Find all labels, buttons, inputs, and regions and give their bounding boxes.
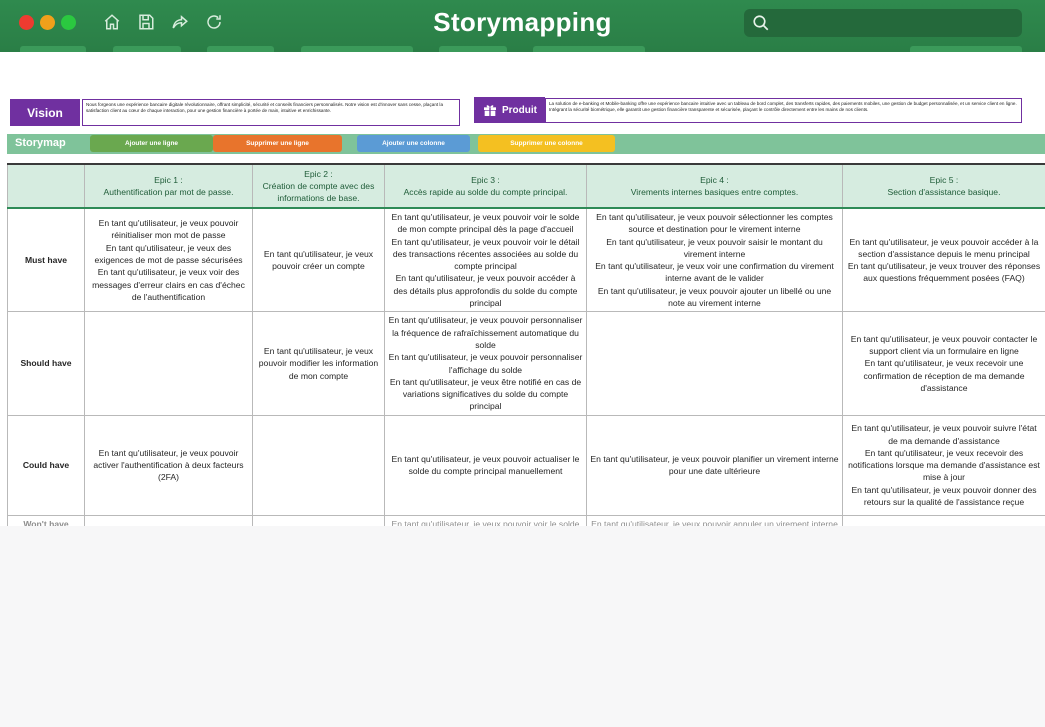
delete-column-button[interactable]: Supprimer une colonne (478, 135, 615, 152)
epic-header[interactable]: Epic 2 : Création de compte avec des info… (252, 163, 385, 209)
spreadsheet: Vision Nous forgeons une expérience banc… (0, 52, 1045, 526)
delete-row-button[interactable]: Supprimer une ligne (213, 135, 342, 152)
product-label-text: Produit (502, 104, 537, 116)
story-cell[interactable]: En tant qu'utilisateur, je veux pouvoir … (384, 414, 587, 516)
story-cell[interactable]: En tant qu'utilisateur, je veux pouvoir … (252, 311, 385, 416)
story-cell[interactable]: En tant qu'utilisateur, je veux pouvoir … (252, 207, 385, 313)
vision-label: Vision (10, 99, 80, 126)
story-cell[interactable]: En tant qu'utilisateur, je veux pouvoir … (586, 207, 843, 313)
epic-header[interactable]: Epic 1 : Authentification par mot de pass… (84, 163, 253, 209)
product-label: Produit (474, 97, 545, 123)
priority-label: Won't have (7, 514, 85, 526)
story-cell[interactable] (842, 514, 1045, 526)
corner-cell (7, 163, 85, 209)
epic-header[interactable]: Epic 3 : Accès rapide au solde du compte … (384, 163, 587, 209)
story-cell[interactable]: En tant qu'utilisateur, je veux pouvoir … (842, 311, 1045, 416)
add-row-button[interactable]: Ajouter une ligne (90, 135, 213, 152)
priority-row-must: Must have En tant qu'utilisateur, je veu… (7, 207, 1045, 313)
story-cell[interactable]: En tant qu'utilisateur, je veux pouvoir … (586, 514, 843, 526)
search-icon (753, 15, 769, 31)
product-statement[interactable]: La solution de e-banking et Mobile-banki… (545, 98, 1022, 123)
story-cell[interactable] (252, 414, 385, 516)
story-cell[interactable]: En tant qu'utilisateur, je veux pouvoir … (384, 207, 587, 313)
priority-row-should: Should have En tant qu'utilisateur, je v… (7, 311, 1045, 416)
story-cell[interactable]: En tant qu'utilisateur, je veux pouvoir … (842, 207, 1045, 313)
story-cell[interactable] (252, 514, 385, 526)
search-box[interactable] (744, 9, 1022, 37)
priority-label: Must have (7, 207, 85, 313)
title-bar: Storymapping (0, 0, 1045, 52)
priority-row-could: Could have En tant qu'utilisateur, je ve… (7, 414, 1045, 516)
story-cell[interactable] (84, 514, 253, 526)
story-cell[interactable]: En tant qu'utilisateur, je veux pouvoir … (84, 414, 253, 516)
vision-statement[interactable]: Nous forgeons une expérience bancaire di… (82, 99, 460, 126)
story-cell[interactable] (84, 311, 253, 416)
priority-label: Could have (7, 414, 85, 516)
epic-header[interactable]: Epic 5 : Section d'assistance basique. (842, 163, 1045, 209)
epic-header[interactable]: Epic 4 : Virements internes basiques entr… (586, 163, 843, 209)
priority-row-wont: Won't have En tant qu'utilisateur, je ve… (7, 514, 1045, 526)
storymap-table: Epic 1 : Authentification par mot de pass… (7, 163, 1045, 526)
priority-label: Should have (7, 311, 85, 416)
story-cell[interactable]: En tant qu'utilisateur, je veux pouvoir … (842, 414, 1045, 516)
story-cell[interactable]: En tant qu'utilisateur, je veux pouvoir … (384, 514, 587, 526)
storymap-toolbar: Storymap Ajouter une ligne Supprimer une… (7, 134, 1045, 154)
storymap-label: Storymap (15, 137, 66, 149)
story-cell[interactable]: En tant qu'utilisateur, je veux pouvoir … (84, 207, 253, 313)
gift-icon (484, 105, 496, 116)
story-cell[interactable]: En tant qu'utilisateur, je veux pouvoir … (384, 311, 587, 416)
search-input[interactable] (776, 16, 1022, 30)
epic-header-row: Epic 1 : Authentification par mot de pass… (7, 163, 1045, 209)
story-cell[interactable]: En tant qu'utilisateur, je veux pouvoir … (586, 414, 843, 516)
add-column-button[interactable]: Ajouter une colonne (357, 135, 470, 152)
story-cell[interactable] (586, 311, 843, 416)
